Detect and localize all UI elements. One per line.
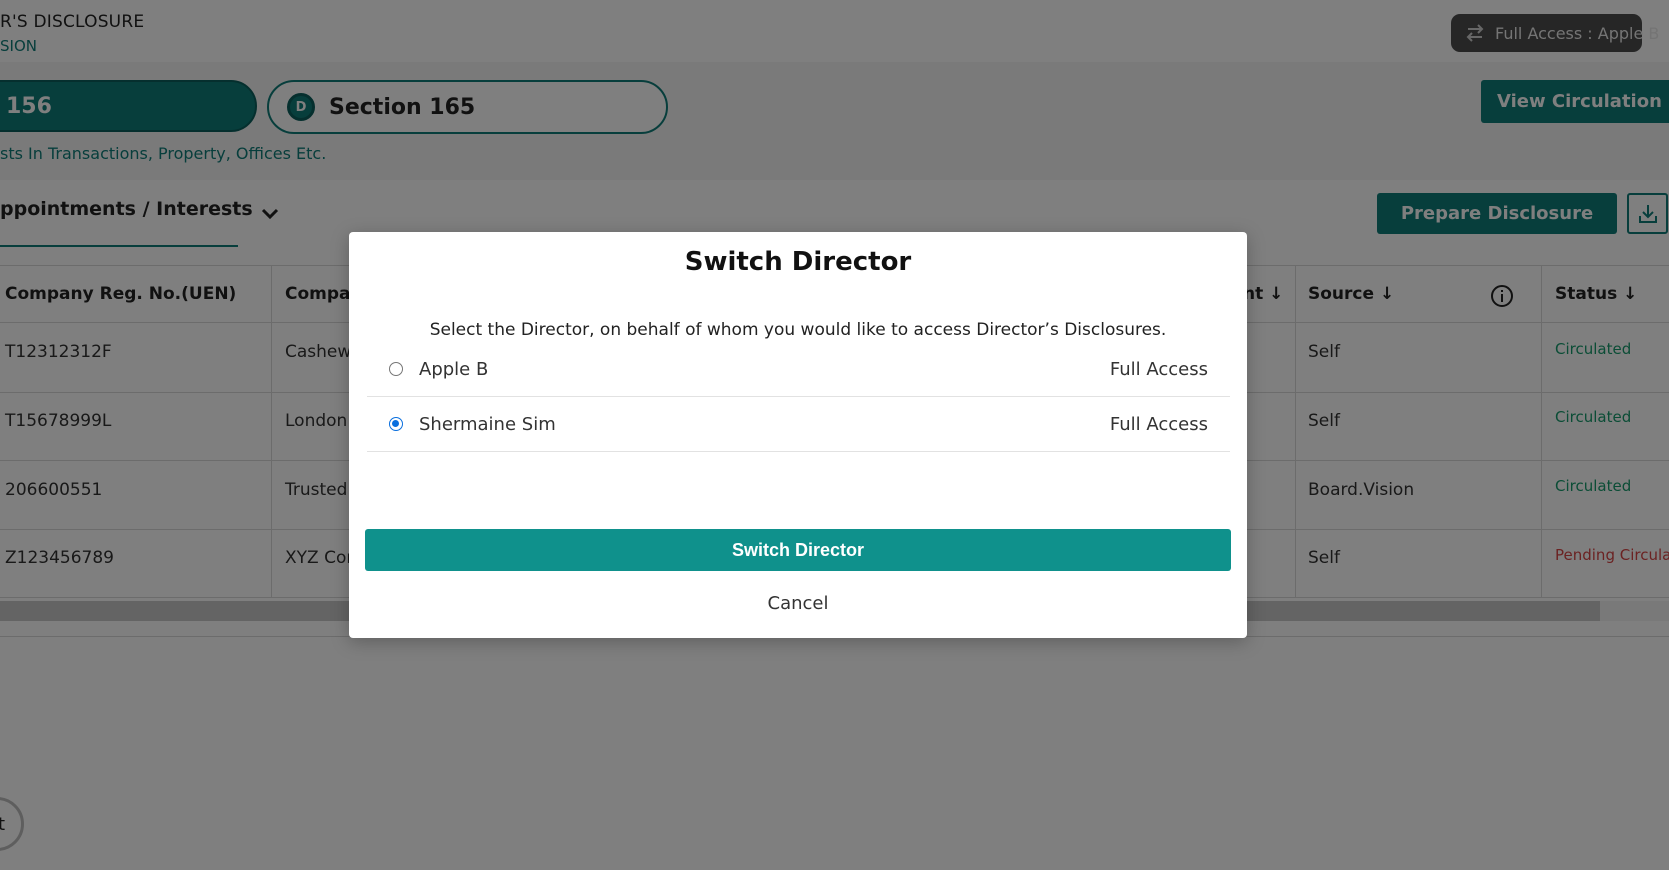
director-access: Full Access	[1109, 358, 1208, 380]
dialog-description: Select the Director, on behalf of whom y…	[429, 320, 1167, 340]
director-option-apple-b[interactable]: Apple B Full Access	[367, 342, 1230, 397]
cancel-button[interactable]: Cancel	[349, 593, 1247, 614]
radio-button-selected[interactable]	[389, 417, 403, 431]
switch-director-button[interactable]: Switch Director	[365, 529, 1231, 571]
director-access: Full Access	[1109, 413, 1208, 435]
switch-director-dialog: Switch Director Select the Director, on …	[349, 232, 1247, 638]
dialog-title: Switch Director	[684, 247, 912, 277]
director-name: Apple B	[419, 358, 489, 380]
director-name: Shermaine Sim	[419, 413, 556, 435]
director-option-shermaine-sim[interactable]: Shermaine Sim Full Access	[367, 397, 1230, 452]
radio-button[interactable]	[389, 362, 403, 376]
